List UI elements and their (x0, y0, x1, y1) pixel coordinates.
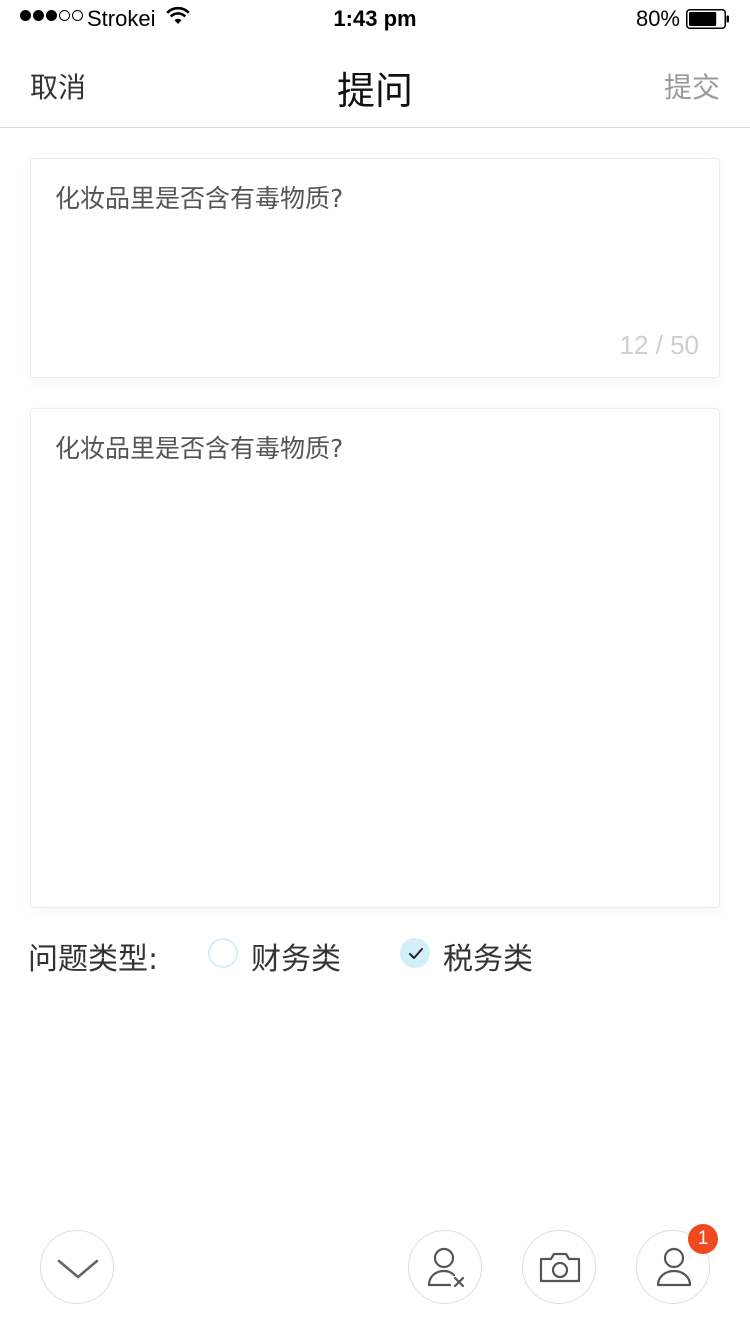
radio-finance[interactable] (208, 938, 238, 968)
chevron-down-icon (57, 1259, 99, 1279)
camera-button[interactable] (522, 1230, 596, 1304)
remove-user-icon (427, 1247, 465, 1288)
status-bar: Strokei 1:43 pm 80% (0, 0, 750, 40)
nav-bar: 取消 提问 提交 (0, 40, 750, 128)
question-title-field[interactable]: 化妆品里是否含有毒物质? 12 / 50 (30, 158, 720, 378)
ask-question-screen: Strokei 1:43 pm 80% 取消 提问 提交 化妆品里是否含有毒物质… (0, 0, 750, 1334)
question-body-field[interactable]: 化妆品里是否含有毒物质? (30, 408, 720, 908)
remove-user-button[interactable] (408, 1230, 482, 1304)
battery-percentage: 80% (635, 6, 680, 31)
question-title-text: 化妆品里是否含有毒物质? (55, 184, 344, 213)
option-finance-label[interactable]: 财务类 (251, 934, 341, 978)
battery-icon (686, 9, 729, 29)
character-counter: 12 / 50 (619, 330, 699, 360)
option-tax-label[interactable]: 税务类 (443, 934, 533, 978)
notification-badge: 1 (688, 1224, 718, 1254)
question-type-label: 问题类型: (28, 942, 159, 977)
page-title: 提问 (336, 69, 413, 113)
checkmark-icon (409, 948, 423, 959)
collapse-button[interactable] (40, 1230, 114, 1304)
question-type-selector: 问题类型: 财务类 税务类 (28, 932, 728, 978)
question-body-text: 化妆品里是否含有毒物质? (55, 434, 344, 463)
camera-icon (539, 1252, 581, 1283)
radio-tax[interactable] (400, 938, 430, 968)
submit-button[interactable]: 提交 (664, 66, 720, 106)
